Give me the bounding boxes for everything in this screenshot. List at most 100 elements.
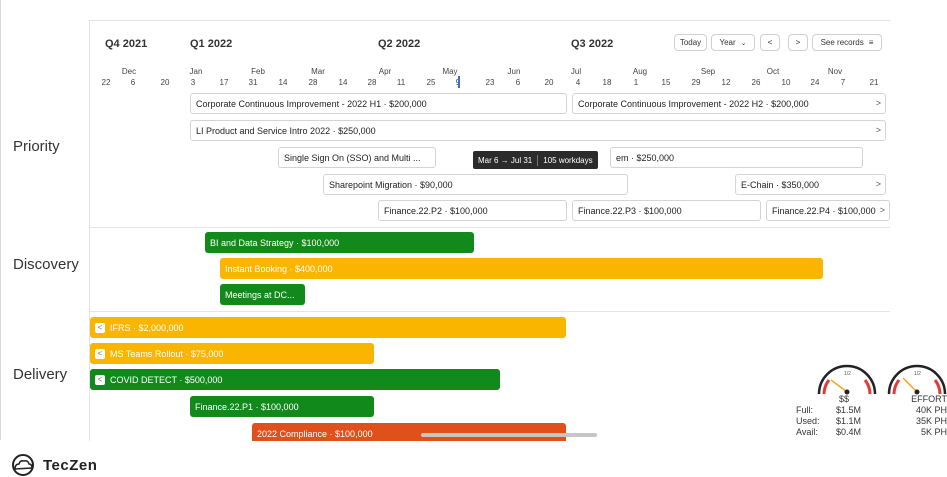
today-marker (458, 76, 460, 88)
month-label: Nov (827, 67, 843, 76)
lane-label-delivery: Delivery (13, 366, 68, 383)
chevron-left-icon[interactable]: < (95, 322, 105, 333)
effort-gauge-icon: 1/2 (887, 364, 947, 395)
day-label: 15 (661, 78, 671, 87)
bar-label: Finance.22.P3 · $100,000 (578, 205, 682, 216)
chevron-left-icon: < (767, 38, 773, 47)
chevron-left-icon[interactable]: < (95, 374, 105, 385)
metrics-label: Avail: (796, 427, 818, 437)
chevron-down-icon: ⌄ (740, 39, 747, 47)
metrics-value: 40K PH (915, 405, 947, 415)
bar-li-product[interactable]: LI Product and Service Intro 2022 · $250… (190, 120, 886, 141)
bar-label: COVID DETECT · $500,000 (110, 374, 223, 385)
bar-covid-detect[interactable]: < COVID DETECT · $500,000 (90, 369, 500, 390)
next-button[interactable]: > (788, 34, 808, 51)
chevron-left-icon[interactable]: < (95, 348, 105, 359)
month-label: Sep (700, 67, 716, 76)
day-label: 6 (130, 78, 136, 87)
month-label: Aug (632, 67, 648, 76)
bar-finance-p3[interactable]: Finance.22.P3 · $100,000 (572, 200, 761, 221)
day-label: 28 (308, 78, 318, 87)
day-label: 24 (810, 78, 820, 87)
bar-sso-continued[interactable]: em · $250,000 (610, 147, 863, 168)
gauge-scale-label: 1/2 (914, 371, 921, 377)
bar-label: Instant Booking · $400,000 (225, 263, 333, 274)
bar-label: 2022 Compliance · $100,000 (257, 428, 373, 439)
previous-button[interactable]: < (760, 34, 780, 51)
see-records-label: See records (820, 38, 864, 47)
month-label: Jan (189, 67, 203, 76)
day-label: 31 (248, 78, 258, 87)
day-label: 10 (781, 78, 791, 87)
day-label: 14 (278, 78, 288, 87)
lane-separator (90, 227, 890, 228)
day-label: 20 (544, 78, 554, 87)
bar-label: IFRS · $2,000,000 (110, 322, 184, 333)
day-label: 23 (485, 78, 495, 87)
day-label: 26 (751, 78, 761, 87)
bar-label: Corporate Continuous Improvement - 2022 … (578, 98, 809, 109)
day-label: 28 (367, 78, 377, 87)
bar-finance-p2[interactable]: Finance.22.P2 · $100,000 (378, 200, 567, 221)
day-label: 21 (869, 78, 879, 87)
bar-finance-p4[interactable]: Finance.22.P4 · $100,000 > (766, 200, 890, 221)
bar-corporate-h2[interactable]: Corporate Continuous Improvement - 2022 … (572, 93, 886, 114)
day-label: 11 (396, 78, 406, 87)
date-range-tooltip: Mar 6 → Jul 31 105 workdays (473, 151, 598, 169)
see-records-button[interactable]: See records ≡ (812, 34, 882, 51)
month-label: Oct (766, 67, 780, 76)
metrics-effort-column: EFFORT 40K PH 35K PH 5K PH (905, 394, 947, 438)
day-label: 1 (633, 78, 639, 87)
bar-bi-data-strategy[interactable]: BI and Data Strategy · $100,000 (205, 232, 474, 253)
lane-label-priority: Priority (13, 138, 60, 155)
bar-label: em · $250,000 (616, 152, 675, 163)
bar-compliance-partial[interactable]: 2022 Compliance · $100,000 (252, 423, 566, 441)
day-label: 22 (101, 78, 111, 87)
bar-instant-booking[interactable]: Instant Booking · $400,000 (220, 258, 823, 279)
day-label: 12 (721, 78, 731, 87)
lane-separator (90, 311, 890, 312)
bar-finance-p1[interactable]: Finance.22.P1 · $100,000 (190, 396, 374, 417)
teczen-logo: TecZen (6, 454, 97, 476)
quarter-label: Q4 2021 (105, 38, 148, 50)
bar-label: Finance.22.P4 · $100,000 (772, 205, 876, 216)
bar-sharepoint[interactable]: Sharepoint Migration · $90,000 (323, 174, 628, 195)
day-label: 25 (426, 78, 436, 87)
metrics-money-header: $$ (839, 394, 850, 404)
metrics-label: Full: (796, 405, 814, 415)
chevron-right-icon: > (875, 98, 881, 108)
month-label: Apr (378, 67, 392, 76)
horizontal-scrollbar[interactable] (421, 433, 597, 437)
bar-label: Finance.22.P1 · $100,000 (195, 401, 299, 412)
day-label: 3 (190, 78, 196, 87)
day-label: 7 (840, 78, 846, 87)
period-select[interactable]: Year ⌄ (711, 34, 755, 51)
bar-meetings[interactable]: Meetings at DC... (220, 284, 305, 305)
day-label: 4 (575, 78, 581, 87)
bar-label: Corporate Continuous Improvement - 2022 … (196, 98, 427, 109)
day-label: 17 (219, 78, 229, 87)
tooltip-divider (537, 154, 539, 166)
metrics-label: Used: (796, 416, 820, 426)
timeline[interactable]: Q4 2021 Q1 2022 Q2 2022 Q3 2022 Today Ye… (89, 20, 890, 441)
bar-sso[interactable]: Single Sign On (SSO) and Multi ... (278, 147, 436, 168)
metrics-money-column: $$ $1.5M $1.1M $0.4M (836, 394, 861, 438)
tooltip-range: Mar 6 → Jul 31 (478, 155, 533, 165)
today-button[interactable]: Today (674, 34, 707, 51)
day-label: 18 (602, 78, 612, 87)
chevron-right-icon: > (879, 205, 885, 215)
bar-corporate-h1[interactable]: Corporate Continuous Improvement - 2022 … (190, 93, 567, 114)
quarter-label: Q1 2022 (190, 38, 233, 50)
bar-label: Sharepoint Migration · $90,000 (329, 179, 453, 190)
budget-gauge-icon: 1/2 (817, 364, 877, 395)
bar-ifrs[interactable]: < IFRS · $2,000,000 (90, 317, 566, 338)
bar-echain[interactable]: E-Chain · $350,000 > (735, 174, 886, 195)
chevron-right-icon: > (795, 38, 801, 47)
metrics-value: $1.5M (836, 405, 862, 415)
month-label: Feb (251, 67, 265, 76)
month-label: Jun (507, 67, 521, 76)
metrics-value: 5K PH (920, 427, 947, 437)
metrics-effort-header: EFFORT (911, 394, 947, 404)
day-label: 20 (160, 78, 170, 87)
bar-ms-teams[interactable]: < MS Teams Rollout · $75,000 (90, 343, 374, 364)
